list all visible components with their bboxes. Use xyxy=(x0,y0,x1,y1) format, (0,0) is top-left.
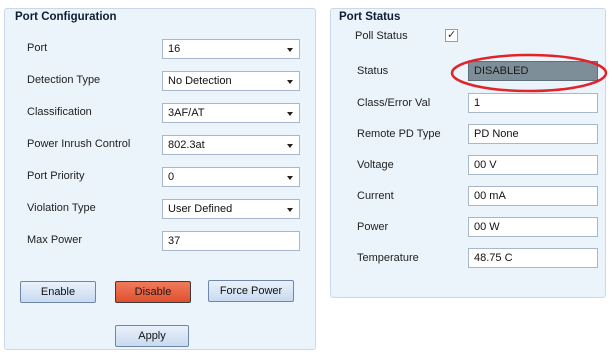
chevron-down-icon xyxy=(287,208,293,212)
chevron-down-icon xyxy=(287,144,293,148)
status-field: DISABLED xyxy=(468,61,598,81)
enable-button[interactable]: Enable xyxy=(20,281,96,303)
max-power-input[interactable]: 37 xyxy=(162,231,300,251)
checkmark-icon: ✓ xyxy=(447,29,457,41)
current-label: Current xyxy=(357,190,394,202)
voltage-field: 00 V xyxy=(468,155,598,175)
power-inrush-control-select[interactable]: 802.3at xyxy=(162,135,300,155)
class-error-val-value: 1 xyxy=(474,97,481,109)
chevron-down-icon xyxy=(287,80,293,84)
detection-type-label: Detection Type xyxy=(27,74,101,86)
temperature-value: 48.75 C xyxy=(474,252,513,264)
port-label: Port xyxy=(27,42,48,54)
port-status-title: Port Status xyxy=(339,11,401,23)
poll-status-checkbox[interactable]: ✓ xyxy=(445,29,458,42)
remote-pd-type-label: Remote PD Type xyxy=(357,128,441,140)
max-power-value: 37 xyxy=(168,235,181,247)
current-field: 00 mA xyxy=(468,186,598,206)
classification-label: Classification xyxy=(27,106,92,118)
power-inrush-control-value: 802.3at xyxy=(168,139,205,151)
classification-select[interactable]: 3AF/AT xyxy=(162,103,300,123)
force-power-button[interactable]: Force Power xyxy=(208,280,294,302)
power-label: Power xyxy=(357,221,389,233)
port-configuration-title: Port Configuration xyxy=(15,11,117,23)
chevron-down-icon xyxy=(287,176,293,180)
current-value: 00 mA xyxy=(474,190,506,202)
power-inrush-control-label: Power Inrush Control xyxy=(27,138,131,150)
status-label: Status xyxy=(357,65,389,77)
temperature-label: Temperature xyxy=(357,252,419,264)
poll-status-label: Poll Status xyxy=(355,30,408,42)
apply-button[interactable]: Apply xyxy=(115,325,189,347)
power-value: 00 W xyxy=(474,221,500,233)
detection-type-value: No Detection xyxy=(168,75,232,87)
port-priority-value: 0 xyxy=(168,171,175,183)
max-power-label: Max Power xyxy=(27,234,83,246)
port-priority-label: Port Priority xyxy=(27,170,85,182)
power-field: 00 W xyxy=(468,217,598,237)
violation-type-value: User Defined xyxy=(168,203,233,215)
voltage-value: 00 V xyxy=(474,159,497,171)
port-select[interactable]: 16 xyxy=(162,39,300,59)
detection-type-select[interactable]: No Detection xyxy=(162,71,300,91)
violation-type-select[interactable]: User Defined xyxy=(162,199,300,219)
remote-pd-type-field: PD None xyxy=(468,124,598,144)
class-error-val-label: Class/Error Val xyxy=(357,97,431,109)
port-priority-select[interactable]: 0 xyxy=(162,167,300,187)
remote-pd-type-value: PD None xyxy=(474,128,519,140)
port-value: 16 xyxy=(168,43,181,55)
status-value: DISABLED xyxy=(474,65,529,77)
disable-button[interactable]: Disable xyxy=(115,281,191,303)
violation-type-label: Violation Type xyxy=(27,202,96,214)
chevron-down-icon xyxy=(287,48,293,52)
classification-value: 3AF/AT xyxy=(168,107,205,119)
class-error-val-field: 1 xyxy=(468,93,598,113)
temperature-field: 48.75 C xyxy=(468,248,598,268)
chevron-down-icon xyxy=(287,112,293,116)
voltage-label: Voltage xyxy=(357,159,394,171)
